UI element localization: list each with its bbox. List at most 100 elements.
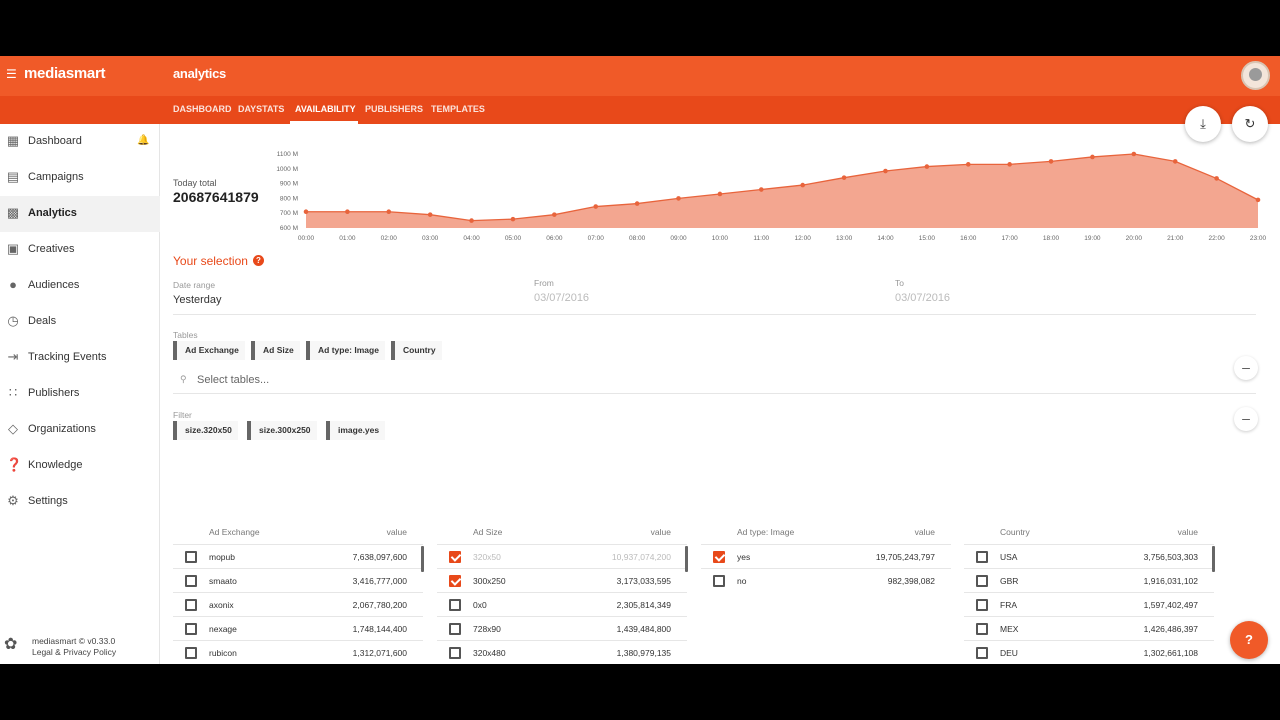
data-point[interactable] [303, 209, 309, 215]
from-date-field[interactable]: 03/07/2016 [534, 292, 589, 304]
table-row[interactable]: mopub 7,638,097,600 [173, 544, 423, 568]
table-chip-ad-exchange[interactable]: Ad Exchange [173, 341, 245, 360]
row-checkbox[interactable] [449, 575, 461, 587]
row-checkbox[interactable] [713, 551, 725, 563]
data-point[interactable] [345, 209, 350, 215]
user-avatar[interactable] [1241, 61, 1270, 90]
tab-templates[interactable]: TEMPLATES [431, 104, 485, 114]
data-point[interactable] [593, 204, 599, 209]
row-checkbox[interactable] [976, 551, 988, 563]
table-row[interactable]: no 982,398,082 [701, 568, 951, 592]
help-button[interactable]: ? [1230, 621, 1268, 659]
table-scrollbar[interactable] [421, 546, 424, 572]
table-chip-country[interactable]: Country [391, 341, 442, 360]
row-checkbox[interactable] [185, 575, 197, 587]
collapse-filter-button[interactable]: – [1234, 407, 1258, 431]
table-row[interactable]: nexage 1,748,144,400 [173, 616, 423, 640]
row-checkbox[interactable] [185, 551, 197, 563]
data-point[interactable] [676, 196, 681, 201]
data-point[interactable] [924, 164, 930, 169]
sidebar-item-publishers[interactable]: ∷ Publishers [0, 376, 160, 412]
to-date-field[interactable]: 03/07/2016 [895, 292, 950, 304]
sidebar-item-campaigns[interactable]: ▤ Campaigns [0, 160, 160, 196]
column-header[interactable]: Country [1000, 527, 1030, 537]
date-range-select[interactable]: Yesterday [173, 294, 222, 306]
sidebar-item-dashboard[interactable]: ▦ Dashboard 🔔 [0, 124, 160, 160]
data-point[interactable] [510, 216, 516, 222]
table-scrollbar[interactable] [1212, 546, 1215, 572]
data-point[interactable] [1007, 162, 1012, 167]
table-row[interactable]: USA 3,756,503,303 [964, 544, 1214, 568]
row-checkbox[interactable] [449, 623, 461, 635]
data-point[interactable] [1090, 154, 1095, 160]
row-checkbox[interactable] [976, 575, 988, 587]
sidebar-item-creatives[interactable]: ▣ Creatives [0, 232, 160, 268]
filter-chip[interactable]: size.320x50 [173, 421, 238, 440]
data-point[interactable] [1048, 159, 1054, 164]
tab-daystats[interactable]: DAYSTATS [238, 104, 284, 114]
filter-chip[interactable]: size.300x250 [247, 421, 317, 440]
table-row[interactable]: FRA 1,597,402,497 [964, 592, 1214, 616]
table-row[interactable]: yes 19,705,243,797 [701, 544, 951, 568]
row-checkbox[interactable] [449, 599, 461, 611]
tab-availability[interactable]: AVAILABILITY [295, 104, 356, 114]
data-point[interactable] [800, 182, 805, 188]
sidebar-item-knowledge[interactable]: ❓ Knowledge [0, 448, 160, 484]
select-tables-input[interactable]: Select tables... [197, 374, 269, 386]
value-column-header[interactable]: value [1178, 527, 1198, 537]
data-point[interactable] [386, 209, 392, 215]
tab-dashboard[interactable]: DASHBOARD [173, 104, 232, 114]
table-row[interactable]: MEX 1,426,486,397 [964, 616, 1214, 640]
table-row[interactable]: smaato 3,416,777,000 [173, 568, 423, 592]
menu-icon[interactable]: ☰ [6, 68, 17, 80]
collapse-tables-button[interactable]: – [1234, 356, 1258, 380]
table-row[interactable]: GBR 1,916,031,102 [964, 568, 1214, 592]
row-checkbox[interactable] [185, 647, 197, 659]
data-point[interactable] [717, 191, 723, 197]
table-row[interactable]: 0x0 2,305,814,349 [437, 592, 687, 616]
brand-logo[interactable]: mediasmart [24, 65, 106, 82]
sidebar-item-audiences[interactable]: ● Audiences [0, 268, 160, 304]
table-row[interactable]: 320x50 10,937,074,200 [437, 544, 687, 568]
sidebar-item-deals[interactable]: ◷ Deals [0, 304, 160, 340]
sidebar-item-organizations[interactable]: ◇ Organizations [0, 412, 160, 448]
column-header[interactable]: Ad Exchange [209, 527, 260, 537]
row-checkbox[interactable] [185, 623, 197, 635]
table-row[interactable]: 320x480 1,380,979,135 [437, 640, 687, 664]
tab-publishers[interactable]: PUBLISHERS [365, 104, 423, 114]
table-chip-ad-type-image[interactable]: Ad type: Image [306, 341, 385, 360]
table-row[interactable]: 728x90 1,439,484,800 [437, 616, 687, 640]
row-checkbox[interactable] [185, 599, 197, 611]
data-point[interactable] [469, 218, 474, 223]
row-checkbox[interactable] [713, 575, 725, 587]
data-point[interactable] [1255, 197, 1261, 203]
table-chip-ad-size[interactable]: Ad Size [251, 341, 300, 360]
footer-legal-link[interactable]: Legal & Privacy Policy [32, 647, 116, 657]
row-checkbox[interactable] [449, 551, 461, 563]
data-point[interactable] [841, 175, 847, 180]
data-point[interactable] [552, 212, 557, 217]
data-point[interactable] [759, 187, 764, 192]
column-header[interactable]: Ad Size [473, 527, 502, 537]
row-checkbox[interactable] [976, 599, 988, 611]
row-checkbox[interactable] [976, 623, 988, 635]
table-row[interactable]: DEU 1,302,661,108 [964, 640, 1214, 664]
sidebar-item-tracking-events[interactable]: ⇥ Tracking Events [0, 340, 160, 376]
value-column-header[interactable]: value [651, 527, 671, 537]
help-icon[interactable]: ? [253, 255, 264, 266]
data-point[interactable] [634, 201, 640, 206]
data-point[interactable] [1214, 176, 1219, 181]
row-checkbox[interactable] [449, 647, 461, 659]
value-column-header[interactable]: value [387, 527, 407, 537]
data-point[interactable] [1172, 159, 1178, 164]
row-checkbox[interactable] [976, 647, 988, 659]
refresh-button[interactable]: ↻ [1232, 106, 1268, 142]
table-scrollbar[interactable] [685, 546, 688, 572]
sidebar-item-settings[interactable]: ⚙ Settings [0, 484, 160, 520]
data-point[interactable] [965, 162, 971, 167]
table-row[interactable]: 300x250 3,173,033,595 [437, 568, 687, 592]
table-row[interactable]: rubicon 1,312,071,600 [173, 640, 423, 664]
bell-icon[interactable]: 🔔 [137, 135, 149, 146]
table-row[interactable]: axonix 2,067,780,200 [173, 592, 423, 616]
sidebar-item-analytics[interactable]: ▩ Analytics [0, 196, 160, 232]
